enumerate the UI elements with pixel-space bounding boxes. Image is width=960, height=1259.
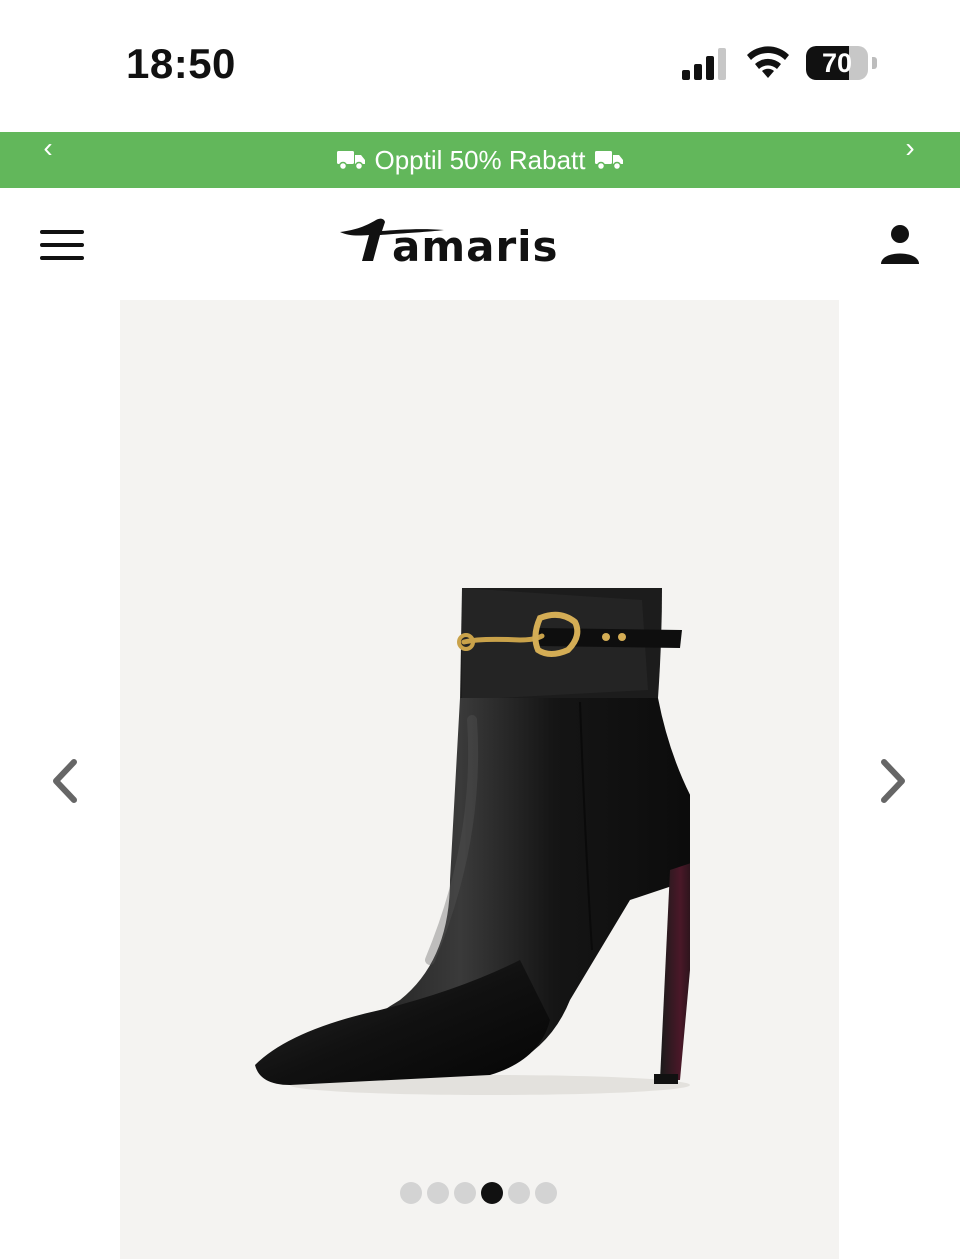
product-page: 18:50 70 ‹ Opptil 50% Rabatt › amaris <box>0 0 960 1259</box>
battery-icon: 70 <box>806 46 878 82</box>
promo-text: Opptil 50% Rabatt <box>374 144 586 175</box>
gallery-dot[interactable] <box>454 1182 476 1204</box>
gallery-dot[interactable] <box>481 1182 503 1204</box>
gallery-dot[interactable] <box>535 1182 557 1204</box>
gallery-dot[interactable] <box>427 1182 449 1204</box>
promo-content[interactable]: Opptil 50% Rabatt <box>0 132 960 188</box>
gallery-dot[interactable] <box>400 1182 422 1204</box>
gallery-dot[interactable] <box>508 1182 530 1204</box>
wifi-icon <box>747 46 789 78</box>
truck-icon <box>337 151 366 171</box>
promo-next-button[interactable]: › <box>890 132 930 188</box>
menu-button[interactable] <box>38 228 86 262</box>
battery-cap <box>872 57 877 69</box>
status-time: 18:50 <box>126 40 236 87</box>
site-header: amaris <box>0 188 960 298</box>
promo-banner: ‹ Opptil 50% Rabatt › <box>0 132 960 188</box>
gallery-pagination <box>400 1180 560 1206</box>
status-bar: 18:50 70 <box>0 0 960 130</box>
battery-body: 70 <box>806 46 868 80</box>
tamaris-logo[interactable]: amaris <box>336 216 626 270</box>
battery-level: 70 <box>821 48 853 78</box>
truck-icon <box>594 151 623 171</box>
signal-icon <box>682 48 726 80</box>
product-image <box>255 588 690 1095</box>
svg-text:amaris: amaris <box>392 222 559 270</box>
gallery-prev-button[interactable] <box>46 756 86 806</box>
product-image-gallery[interactable] <box>120 300 839 1259</box>
gallery-next-button[interactable] <box>872 756 912 806</box>
user-icon[interactable] <box>878 222 922 266</box>
chevron-right-icon: › <box>905 132 915 163</box>
hamburger-menu-icon <box>40 230 84 234</box>
